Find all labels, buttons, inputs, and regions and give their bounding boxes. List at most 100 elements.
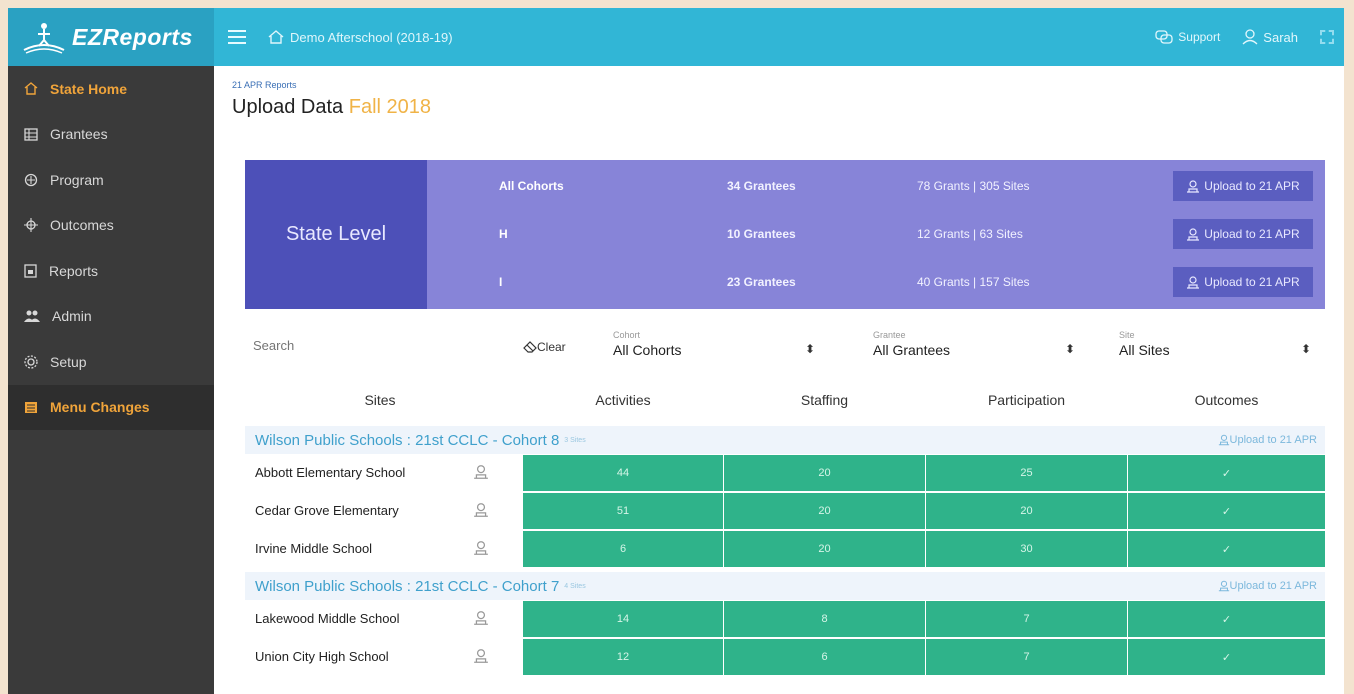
page-title: Upload Data Fall 2018 <box>232 96 431 119</box>
clear-button[interactable]: Clear <box>523 340 566 354</box>
table-row: Cedar Grove Elementary 51 20 20 ✓ <box>245 492 1325 530</box>
logo-icon <box>23 23 65 54</box>
activities-cell[interactable]: 14 <box>523 601 723 637</box>
sidebar-item-label: Admin <box>52 308 92 325</box>
grant-site-count: 78 Grants | 305 Sites <box>917 179 1030 193</box>
site-select[interactable]: Site All Sites ⬍ <box>1119 330 1319 366</box>
filter-bar: Clear Cohort All Cohorts ⬍ Grantee All G… <box>245 328 1325 368</box>
state-row: All Cohorts 34 Grantees 78 Grants | 305 … <box>427 166 1325 206</box>
grantee-group-header: Wilson Public Schools : 21st CCLC - Coho… <box>245 572 1325 600</box>
sidebar-item-label: State Home <box>50 80 128 97</box>
clear-label: Clear <box>537 340 566 354</box>
sidebar-item-label: Outcomes <box>50 217 114 234</box>
upload-button[interactable]: Upload to 21 APR <box>1173 219 1313 249</box>
sidebar-item-state-home[interactable]: State Home <box>8 66 214 112</box>
staffing-cell[interactable]: 20 <box>724 493 925 529</box>
support-label: Support <box>1178 30 1221 44</box>
column-header-participation[interactable]: Participation <box>926 392 1127 408</box>
sidebar-item-grantees[interactable]: Grantees <box>8 112 214 158</box>
grant-site-count: 40 Grants | 157 Sites <box>917 275 1030 289</box>
search-input[interactable] <box>253 338 483 353</box>
app-name: EZReports <box>72 23 193 50</box>
chat-icon <box>1155 30 1173 44</box>
staffing-cell[interactable]: 6 <box>724 639 925 675</box>
site-upload-icon[interactable] <box>473 464 489 480</box>
participation-cell[interactable]: 7 <box>926 639 1127 675</box>
sidebar-item-label: Grantees <box>50 126 108 143</box>
upload-button[interactable]: Upload to 21 APR <box>1173 171 1313 201</box>
sidebar-item-program[interactable]: Program <box>8 157 214 203</box>
target-icon <box>24 218 38 233</box>
site-select-value: All Sites <box>1119 342 1170 358</box>
staffing-cell[interactable]: 20 <box>724 531 925 567</box>
cohort-name: I <box>499 275 503 289</box>
user-icon <box>1242 29 1258 45</box>
user-name: Sarah <box>1263 29 1298 45</box>
eraser-icon <box>523 341 537 353</box>
outcomes-cell[interactable]: ✓ <box>1128 639 1325 675</box>
site-name[interactable]: Union City High School <box>255 649 389 664</box>
support-link[interactable]: Support <box>1155 30 1220 44</box>
site-upload-icon[interactable] <box>473 610 489 626</box>
grantee-select[interactable]: Grantee All Grantees ⬍ <box>873 330 1083 366</box>
cohort-select-value: All Cohorts <box>613 342 682 358</box>
table-row: Lakewood Middle School 14 8 7 ✓ <box>245 600 1325 638</box>
sidebar-item-admin[interactable]: Admin <box>8 294 214 340</box>
grantee-select-value: All Grantees <box>873 342 951 358</box>
site-upload-icon[interactable] <box>473 502 489 518</box>
user-menu[interactable]: Sarah <box>1242 29 1298 45</box>
sidebar: State Home Grantees Program Outcomes Rep… <box>8 66 214 694</box>
app-window: EZReports Demo Afterschool (2018-19) Sup… <box>8 8 1344 694</box>
hamburger-menu-icon[interactable] <box>228 30 246 44</box>
site-upload-icon[interactable] <box>473 540 489 556</box>
activities-cell[interactable]: 12 <box>523 639 723 675</box>
column-header-sites[interactable]: Sites <box>305 392 455 408</box>
site-name[interactable]: Lakewood Middle School <box>255 611 400 626</box>
sidebar-item-menu-changes[interactable]: Menu Changes <box>8 384 214 430</box>
group-name[interactable]: Wilson Public Schools : 21st CCLC - Coho… <box>255 432 559 449</box>
participation-cell[interactable]: 7 <box>926 601 1127 637</box>
site-name[interactable]: Cedar Grove Elementary <box>255 503 399 518</box>
site-upload-icon[interactable] <box>473 648 489 664</box>
org-selector[interactable]: Demo Afterschool (2018-19) <box>268 30 453 45</box>
brand[interactable]: EZReports <box>8 8 214 66</box>
column-header-staffing[interactable]: Staffing <box>724 392 925 408</box>
table-row: Irvine Middle School 6 20 30 ✓ <box>245 530 1325 568</box>
staffing-cell[interactable]: 8 <box>724 601 925 637</box>
cohort-name: All Cohorts <box>499 179 564 193</box>
participation-cell[interactable]: 25 <box>926 455 1127 491</box>
staffing-cell[interactable]: 20 <box>724 455 925 491</box>
participation-cell[interactable]: 30 <box>926 531 1127 567</box>
table-header: Sites Activities Staffing Participation … <box>245 390 1325 412</box>
outcomes-cell[interactable]: ✓ <box>1128 601 1325 637</box>
outcomes-cell[interactable]: ✓ <box>1128 493 1325 529</box>
group-upload-button[interactable]: Upload to 21 APR <box>1218 434 1317 446</box>
grantee-count: 34 Grantees <box>727 179 796 193</box>
fullscreen-icon[interactable] <box>1320 30 1334 44</box>
cohort-select[interactable]: Cohort All Cohorts ⬍ <box>613 330 823 366</box>
upload-button[interactable]: Upload to 21 APR <box>1173 267 1313 297</box>
sidebar-item-setup[interactable]: Setup <box>8 339 214 385</box>
grid-icon <box>24 128 38 141</box>
outcomes-cell[interactable]: ✓ <box>1128 531 1325 567</box>
site-name[interactable]: Irvine Middle School <box>255 541 372 556</box>
home-icon <box>24 82 38 95</box>
activities-cell[interactable]: 6 <box>523 531 723 567</box>
sidebar-item-reports[interactable]: Reports <box>8 248 214 294</box>
column-header-activities[interactable]: Activities <box>523 392 723 408</box>
activities-cell[interactable]: 51 <box>523 493 723 529</box>
sidebar-item-outcomes[interactable]: Outcomes <box>8 203 214 249</box>
group-name[interactable]: Wilson Public Schools : 21st CCLC - Coho… <box>255 578 559 595</box>
outcomes-cell[interactable]: ✓ <box>1128 455 1325 491</box>
participation-cell[interactable]: 20 <box>926 493 1127 529</box>
table-row: Abbott Elementary School 44 20 25 ✓ <box>245 454 1325 492</box>
cohort-name: H <box>499 227 508 241</box>
top-bar: EZReports Demo Afterschool (2018-19) Sup… <box>8 8 1344 66</box>
state-row: I 23 Grantees 40 Grants | 157 Sites Uplo… <box>427 262 1325 302</box>
activities-cell[interactable]: 44 <box>523 455 723 491</box>
group-site-count: 3 Sites <box>564 436 586 444</box>
group-upload-button[interactable]: Upload to 21 APR <box>1218 580 1317 592</box>
breadcrumb[interactable]: 21 APR Reports <box>232 80 297 90</box>
column-header-outcomes[interactable]: Outcomes <box>1128 392 1325 408</box>
site-name[interactable]: Abbott Elementary School <box>255 465 405 480</box>
